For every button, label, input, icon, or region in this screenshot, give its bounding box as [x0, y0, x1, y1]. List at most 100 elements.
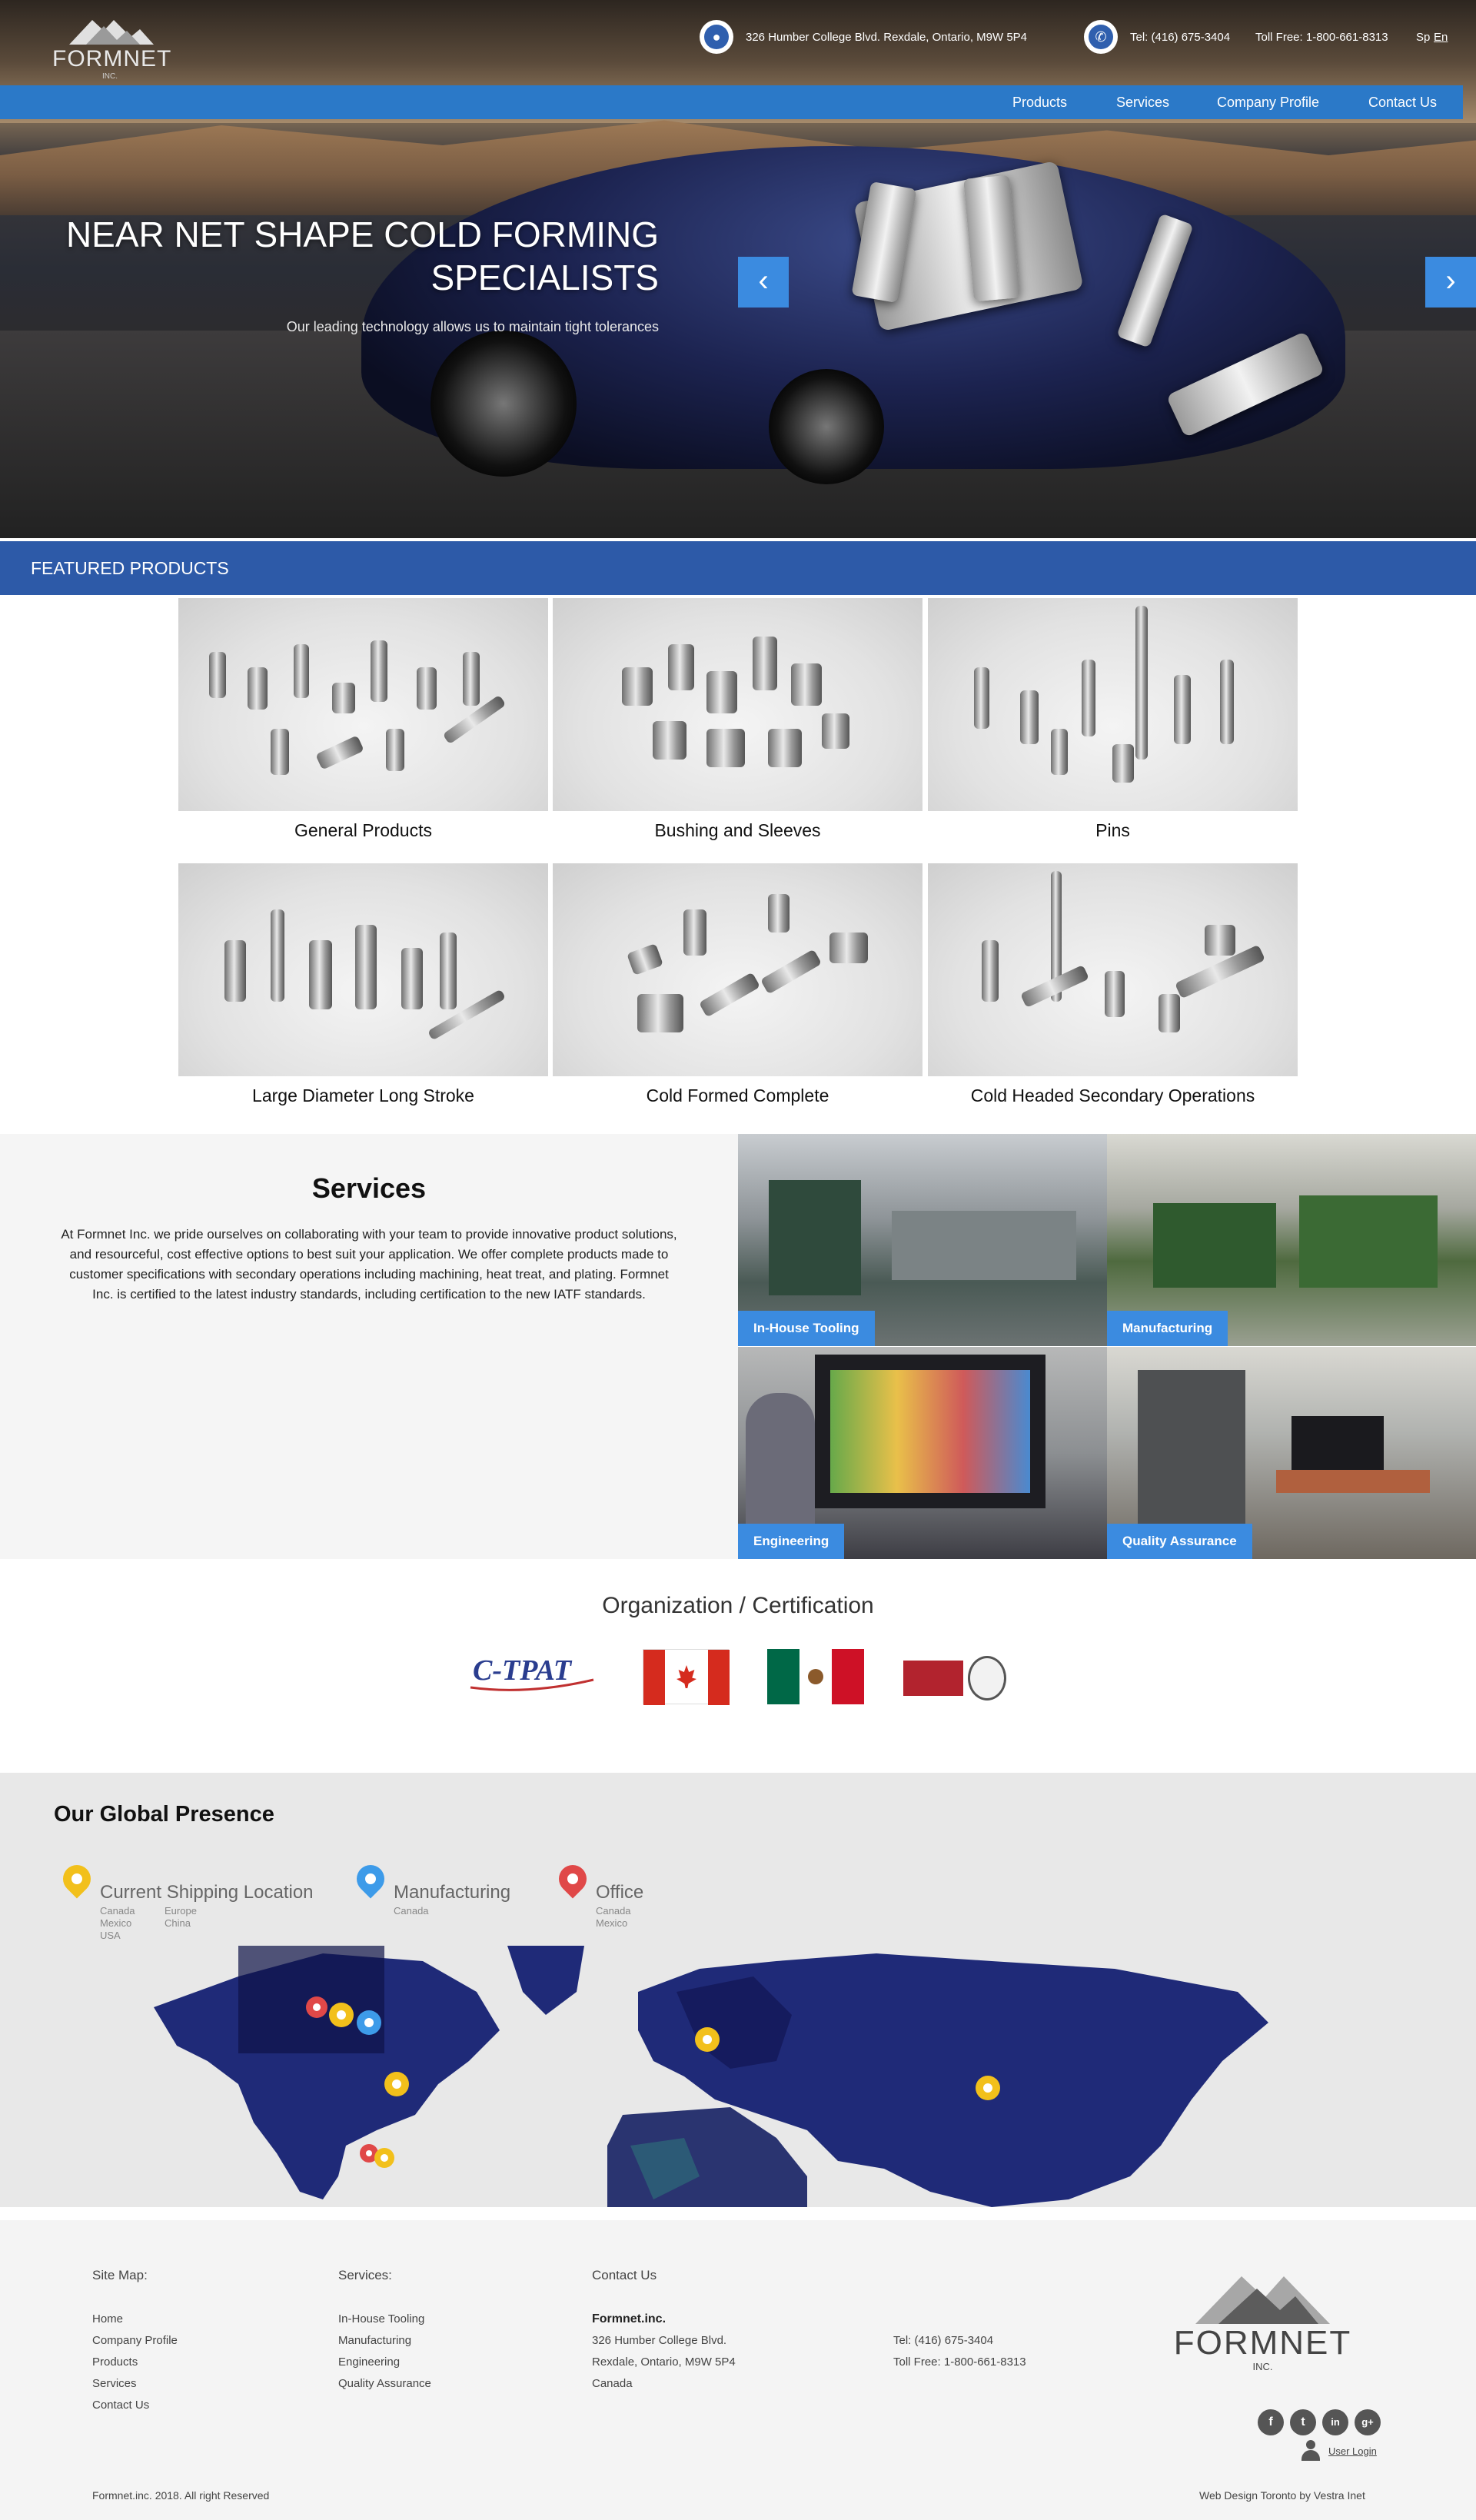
service-label[interactable]: Quality Assurance: [1107, 1524, 1252, 1559]
product-card-bushing[interactable]: Bushing and Sleeves: [553, 598, 922, 841]
slider-next-button[interactable]: ›: [1425, 257, 1476, 308]
footer-address-line2: Rexdale, Ontario, M9W 5P4: [592, 2355, 736, 2369]
facebook-icon[interactable]: f: [1258, 2409, 1284, 2435]
header-address: 326 Humber College Blvd. Rexdale, Ontari…: [746, 31, 1028, 44]
product-card-pins[interactable]: Pins: [928, 598, 1298, 841]
service-tile-tooling[interactable]: In-House Tooling: [738, 1134, 1107, 1346]
nav-contact-us[interactable]: Contact Us: [1368, 85, 1437, 119]
product-caption[interactable]: Bushing and Sleeves: [553, 820, 922, 841]
logo-text: FORMNET: [52, 46, 172, 71]
footer-toll-free[interactable]: Toll Free: 1-800-661-8313: [893, 2355, 1026, 2369]
legend-shipping: Current Shipping Location: [100, 1882, 314, 1903]
service-label[interactable]: Engineering: [738, 1524, 845, 1559]
page: FORMNET INC. ● 326 Humber College Blvd. …: [0, 0, 1476, 2520]
linkedin-icon[interactable]: in: [1322, 2409, 1348, 2435]
footer-address-line3: Canada: [592, 2377, 633, 2390]
product-card-cold-formed[interactable]: Cold Formed Complete: [553, 863, 922, 1106]
main-nav: Products Services Company Profile Contac…: [0, 85, 1463, 119]
footer-link-engineering[interactable]: Engineering: [338, 2355, 400, 2369]
phone-icon: ✆: [1084, 20, 1118, 54]
googleplus-icon[interactable]: g+: [1355, 2409, 1381, 2435]
logo-mountain-icon: [69, 20, 154, 45]
global-presence-heading: Our Global Presence: [54, 1802, 274, 1827]
language-spanish[interactable]: Sp: [1416, 31, 1430, 44]
hero-banner: FORMNET INC. ● 326 Humber College Blvd. …: [0, 0, 1476, 538]
services-section: Services At Formnet Inc. we pride oursel…: [0, 1134, 738, 1559]
legend-manufacturing: Manufacturing: [394, 1882, 511, 1903]
product-caption[interactable]: General Products: [178, 820, 548, 841]
product-caption[interactable]: Cold Formed Complete: [553, 1085, 922, 1106]
language-english[interactable]: En: [1434, 31, 1448, 44]
product-caption[interactable]: Large Diameter Long Stroke: [178, 1085, 548, 1106]
footer-link-products[interactable]: Products: [92, 2355, 138, 2369]
bureau-veritas-logo: [903, 1656, 1008, 1701]
service-tile-quality-assurance[interactable]: Quality Assurance: [1107, 1347, 1476, 1559]
footer-link-services[interactable]: Services: [92, 2377, 137, 2390]
product-card-large-diameter[interactable]: Large Diameter Long Stroke: [178, 863, 548, 1106]
footer-logo-mountain-icon: [1195, 2276, 1330, 2324]
shipping-pin-icon: [57, 1859, 97, 1899]
product-image: [928, 863, 1298, 1076]
product-card-cold-headed[interactable]: Cold Headed Secondary Operations: [928, 863, 1298, 1106]
footer-link-quality[interactable]: Quality Assurance: [338, 2377, 431, 2390]
product-image: [178, 863, 548, 1076]
services-description: At Formnet Inc. we pride ourselves on co…: [61, 1227, 677, 1302]
location-icon: ●: [700, 20, 733, 54]
header-phone[interactable]: Tel: (416) 675-3404: [1130, 31, 1230, 44]
footer-contact-heading: Contact Us: [592, 2268, 657, 2282]
product-caption[interactable]: Pins: [928, 820, 1298, 841]
product-image: [178, 598, 548, 811]
service-tile-engineering[interactable]: Engineering: [738, 1347, 1107, 1559]
footer-logo-subtext: INC.: [1252, 2361, 1273, 2372]
service-label[interactable]: In-House Tooling: [738, 1311, 875, 1346]
legend-shipping-europe: Europe: [165, 1905, 197, 1917]
formnet-logo[interactable]: FORMNET INC.: [52, 14, 172, 81]
footer-tel[interactable]: Tel: (416) 675-3404: [893, 2334, 993, 2347]
product-card-general[interactable]: General Products: [178, 598, 548, 841]
footer-logo-text: FORMNET: [1173, 2324, 1352, 2362]
legend-shipping-mexico: Mexico: [100, 1917, 132, 1929]
footer-link-manufacturing[interactable]: Manufacturing: [338, 2334, 411, 2347]
nav-company-profile[interactable]: Company Profile: [1217, 85, 1319, 119]
nav-services[interactable]: Services: [1116, 85, 1169, 119]
footer-link-contact-us[interactable]: Contact Us: [92, 2399, 149, 2412]
ctpat-logo: C‑TPAT: [467, 1649, 597, 1695]
footer-copyright: Formnet.inc. 2018. All right Reserved: [92, 2489, 270, 2502]
legend-office-canada: Canada: [596, 1905, 631, 1917]
footer-sitemap-heading: Site Map:: [92, 2268, 148, 2282]
hero-title-line2: SPECIALISTS: [430, 258, 659, 298]
featured-products-heading: FEATURED PRODUCTS: [31, 558, 229, 578]
footer: Site Map: Home Company Profile Products …: [0, 2220, 1476, 2520]
mexico-flag-icon: [767, 1649, 864, 1704]
footer-link-home[interactable]: Home: [92, 2312, 123, 2326]
legend-office: Office: [596, 1882, 644, 1903]
footer-formnet-logo[interactable]: FORMNET INC.: [1165, 2270, 1361, 2378]
header-toll-free[interactable]: Toll Free: 1-800-661-8313: [1255, 31, 1388, 44]
logo-subtext: INC.: [102, 72, 118, 81]
service-tile-manufacturing[interactable]: Manufacturing: [1107, 1134, 1476, 1346]
product-image: [928, 598, 1298, 811]
footer-credit-link[interactable]: Web Design Toronto by Vestra Inet: [1199, 2489, 1365, 2502]
nav-products[interactable]: Products: [1012, 85, 1067, 119]
slider-prev-button[interactable]: ‹: [738, 257, 789, 308]
footer-link-company-profile[interactable]: Company Profile: [92, 2334, 178, 2347]
product-caption[interactable]: Cold Headed Secondary Operations: [928, 1085, 1298, 1106]
hero-title-line1: NEAR NET SHAPE COLD FORMING: [65, 214, 659, 254]
legend-manufacturing-canada: Canada: [394, 1905, 429, 1917]
footer-company-name: Formnet.inc.: [592, 2312, 667, 2326]
footer-services-heading: Services:: [338, 2268, 392, 2282]
twitter-icon[interactable]: t: [1290, 2409, 1316, 2435]
user-login-link[interactable]: User Login: [1328, 2445, 1377, 2457]
featured-products-bar: FEATURED PRODUCTS: [0, 541, 1476, 595]
hero-car-wheel: [430, 331, 577, 477]
footer-address-line1: 326 Humber College Blvd.: [592, 2334, 727, 2347]
service-label[interactable]: Manufacturing: [1107, 1311, 1228, 1346]
certification-heading: Organization / Certification: [602, 1593, 874, 1618]
hero-subtitle: Our leading technology allows us to main…: [286, 319, 659, 334]
world-map: [154, 1946, 1268, 2207]
svg-text:C‑TPAT: C‑TPAT: [473, 1654, 573, 1687]
legend-office-mexico: Mexico: [596, 1917, 628, 1929]
manufacturing-pin-icon: [351, 1859, 391, 1899]
legend-shipping-china: China: [165, 1917, 191, 1929]
footer-link-tooling[interactable]: In-House Tooling: [338, 2312, 424, 2326]
